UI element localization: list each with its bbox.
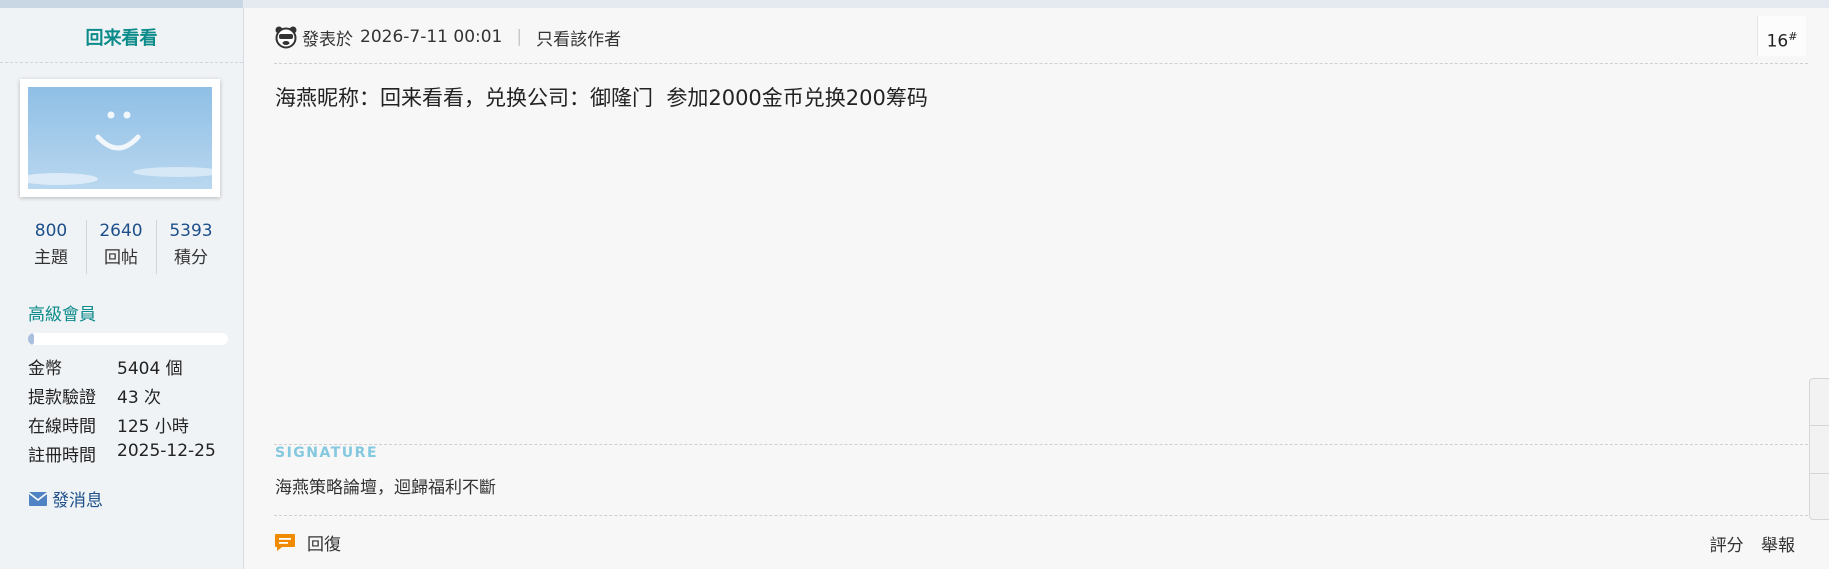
info-key: 註冊時間 (28, 446, 96, 466)
reply-button[interactable]: 回復 (274, 530, 341, 555)
speech-bubble-icon (275, 533, 295, 551)
footer-divider (274, 515, 1808, 516)
signature-text: 海燕策略論壇，迴歸福利不斷 (275, 478, 496, 498)
posted-time: 2026-7-11 00:01 (360, 27, 503, 47)
top-border (0, 0, 1829, 8)
header-divider (274, 63, 1808, 64)
report-link[interactable]: 舉報 (1761, 536, 1795, 556)
user-level[interactable]: 高級會員 (28, 300, 96, 325)
username-link[interactable]: 回来看看 (0, 24, 243, 50)
stat-points[interactable]: 5393 積分 (156, 220, 226, 269)
info-value: 5404 個 (117, 359, 183, 379)
stat-value[interactable]: 800 (16, 220, 86, 242)
info-value: 125 小時 (117, 417, 189, 437)
post-meta: 發表於 2026-7-11 00:01 | 只看該作者 (274, 22, 621, 52)
send-message-label[interactable]: 發消息 (52, 486, 103, 511)
stat-label: 積分 (174, 248, 208, 268)
user-sidebar: 回来看看 800 主題 2640 回帖 5393 積分 高級會員 金幣 5404… (0, 8, 244, 569)
sky-smiley-avatar (28, 87, 212, 189)
info-key: 金幣 (28, 359, 62, 379)
bear-face-icon (275, 26, 297, 49)
floating-toolbar[interactable] (1809, 378, 1829, 520)
stat-replies[interactable]: 2640 回帖 (86, 220, 156, 269)
post-content: 海燕昵称：回来看看，兑换公司：御隆门 参加2000金币兑换200筹码 (275, 86, 928, 110)
reply-label[interactable]: 回復 (307, 530, 341, 555)
info-value: 2025-12-25 (117, 441, 216, 461)
info-value: 43 次 (117, 388, 162, 408)
send-message-link[interactable]: 發消息 (28, 486, 103, 511)
post-actions: 評分 舉報 (1698, 531, 1795, 556)
stat-topics[interactable]: 800 主題 (16, 220, 86, 269)
info-key: 提款驗證 (28, 388, 96, 408)
avatar[interactable] (20, 79, 220, 197)
meta-separator: | (516, 27, 523, 47)
level-progress-bar (28, 333, 228, 345)
posted-prefix: 發表於 (302, 29, 353, 50)
only-author-link[interactable]: 只看該作者 (536, 25, 621, 50)
envelope-icon (28, 491, 48, 506)
toolbar-divider (1810, 473, 1829, 474)
info-key: 在線時間 (28, 417, 96, 437)
signature-divider (274, 444, 1808, 445)
divider (0, 62, 243, 63)
stat-value[interactable]: 2640 (86, 220, 156, 242)
rate-link[interactable]: 評分 (1710, 536, 1744, 556)
floor-number[interactable]: 16# (1757, 16, 1806, 56)
level-progress-fill (28, 333, 34, 345)
floor-mark: # (1788, 30, 1798, 43)
stat-label: 回帖 (104, 248, 138, 268)
floor-value[interactable]: 16 (1767, 32, 1789, 52)
signature-label: SIGNATURE (275, 445, 379, 461)
user-stats: 800 主題 2640 回帖 5393 積分 (16, 220, 226, 276)
stat-label: 主題 (34, 248, 68, 268)
toolbar-divider (1810, 425, 1829, 426)
top-border-left (0, 0, 243, 8)
stat-value[interactable]: 5393 (156, 220, 226, 242)
